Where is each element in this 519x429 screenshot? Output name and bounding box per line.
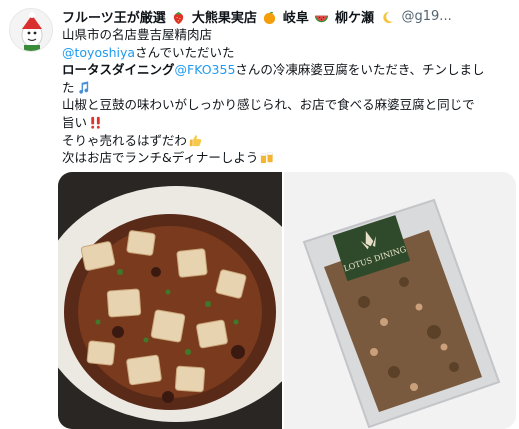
tweet-line-text: さんでいただいた: [135, 44, 235, 60]
tweet-line: @toyoshiya さんでいただいた: [62, 44, 514, 62]
tweet-line: 山椒と豆鼓の味わいがしっかり感じられ、お店で食べる麻婆豆腐と同じで: [62, 96, 514, 114]
author-name-part: 柳ケ瀬: [334, 10, 374, 26]
tweet-line: 山県市の名店豊吉屋精肉店: [62, 26, 514, 44]
clinking-beer-icon: [261, 152, 274, 164]
double-exclamation-icon: [91, 117, 100, 129]
mention-link[interactable]: @toyoshiya: [62, 44, 135, 62]
orange-icon: [264, 11, 276, 24]
tweet-line-text: 次はお店でランチ&ディナーしよう: [62, 150, 259, 166]
avatar[interactable]: [9, 8, 53, 52]
author-handle[interactable]: @g19...: [402, 9, 452, 24]
mapo-tofu-plate-photo[interactable]: [58, 172, 282, 429]
thumbs-up-icon: [189, 135, 202, 146]
tweet-line-text: 山県市の名店豊吉屋精肉店: [62, 27, 213, 42]
tweet-line-text: 山椒と豆鼓の味わいがしっかり感じられ、お店で食べる麻婆豆腐と同じで: [62, 97, 475, 113]
mention-link[interactable]: @FKO355: [175, 61, 236, 79]
strawberry-icon: [174, 11, 184, 24]
tweet-line-text: そりゃ売れるはずだわ: [62, 132, 187, 148]
frozen-mapo-tofu-package-photo[interactable]: LOTUS DINING: [284, 172, 516, 429]
tweet-line-text: さんの冷凍麻婆豆腐をいただき、チンしまし: [235, 62, 485, 78]
tweet-header: フルーツ王が厳選 大熊果実店 岐阜 柳ケ瀬 @g19...: [62, 6, 514, 26]
author-name-part: 大熊果実店: [191, 10, 257, 26]
tweet-line: ロータスダイニング @FKO355 さんの冷凍麻婆豆腐をいただき、チンしまし: [62, 61, 514, 79]
tweet-content: フルーツ王が厳選 大熊果実店 岐阜 柳ケ瀬 @g19... 山県市の名店豊吉屋精…: [62, 6, 514, 167]
music-note-icon: [78, 81, 88, 94]
tweet-text: 山県市の名店豊吉屋精肉店 @toyoshiya さんでいただいた ロータスダイニ…: [62, 26, 514, 167]
author-name-part: 岐阜: [282, 10, 309, 26]
tweet-media[interactable]: LOTUS DINING: [58, 172, 516, 429]
tweet-line: 旨い: [62, 114, 514, 132]
tweet-line: そりゃ売れるはずだわ: [62, 132, 514, 150]
tweet-bold-text: ロータスダイニング: [62, 62, 175, 78]
tweet-line-text: 旨い: [62, 114, 88, 130]
tweet-line-text: た: [62, 79, 75, 95]
watermelon-icon: [315, 15, 329, 22]
author-name[interactable]: フルーツ王が厳選 大熊果実店 岐阜 柳ケ瀬: [62, 7, 396, 26]
avatar-image: [10, 9, 52, 51]
tweet-line: 次はお店でランチ&ディナーしよう: [62, 149, 514, 167]
author-name-part: フルーツ王が厳選: [62, 10, 166, 26]
moon-icon: [382, 11, 393, 23]
tweet-line: た: [62, 79, 514, 97]
